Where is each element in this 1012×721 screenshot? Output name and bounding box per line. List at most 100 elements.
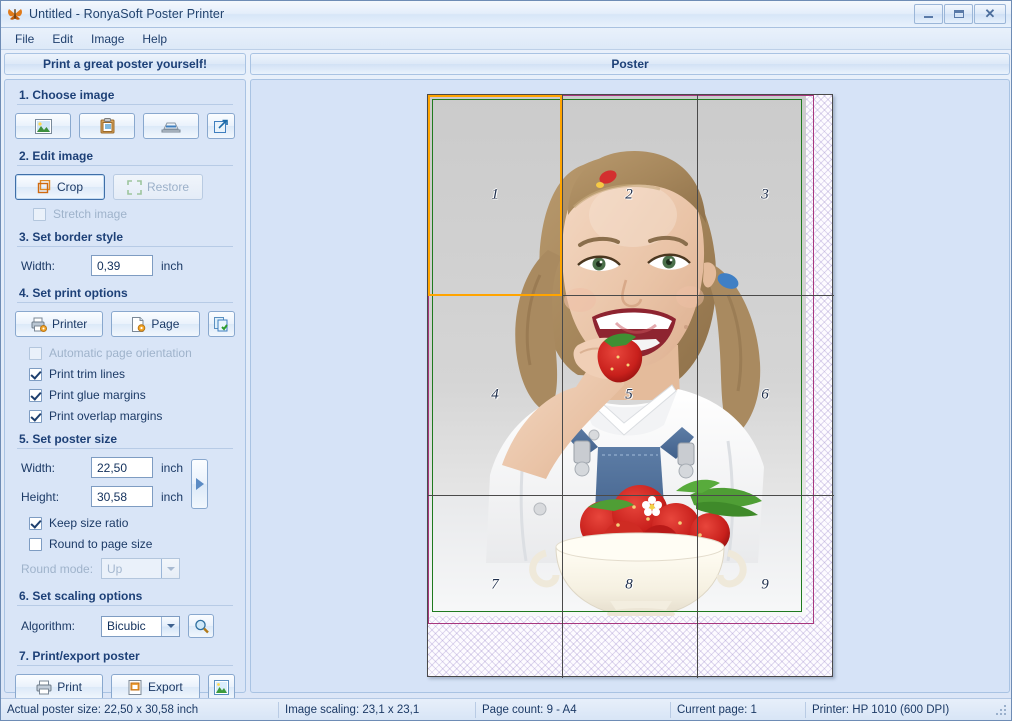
window-controls: ✕ (913, 4, 1006, 24)
crop-label: Crop (56, 180, 83, 194)
printer-label: Printer (51, 317, 88, 331)
step4-title: 4. Set print options (19, 286, 128, 300)
export-icon (128, 679, 143, 695)
stretch-image-label: Stretch image (53, 207, 128, 221)
picture-icon (34, 118, 52, 134)
crop-icon (37, 179, 52, 195)
status-printer-info: Printer: HP 1010 (600 DPI) (812, 703, 950, 716)
automatic-page-orientation-row: Automatic page orientation (29, 346, 235, 360)
export-label: Export (148, 680, 183, 694)
status-page-count: Page count: 9 - A4 (476, 701, 671, 718)
algorithm-value: Bicubic (107, 619, 146, 633)
application-window: Untitled - RonyaSoft Poster Printer ✕ Fi… (0, 0, 1012, 721)
poster-panel-header: Poster (250, 53, 1010, 75)
poster-width-input[interactable]: 22,50 (91, 457, 153, 478)
print-button[interactable]: Print (15, 674, 104, 700)
print-icon (36, 680, 52, 695)
keep-size-ratio-row: Keep size ratio (29, 516, 235, 530)
external-editor-button[interactable] (207, 113, 235, 139)
left-panel-body: 1. Choose image 2. Edit image Crop Resto… (4, 79, 246, 700)
algorithm-select[interactable]: Bicubic (101, 615, 180, 637)
print-overlap-margins-checkbox[interactable] (29, 409, 42, 423)
divider (17, 246, 233, 247)
poster-width-label: Width: (21, 460, 56, 475)
round-mode-select[interactable]: Up (101, 558, 180, 579)
page-settings-icon (131, 316, 146, 332)
step1-title: 1. Choose image (19, 88, 115, 102)
export-image-button[interactable] (207, 674, 235, 700)
export-image-icon (213, 679, 229, 695)
preview-scaling-button[interactable] (188, 614, 214, 638)
butterfly-icon (7, 6, 23, 22)
status-image-scaling: Image scaling: 23,1 x 23,1 (279, 701, 476, 718)
maximize-button[interactable] (944, 4, 973, 24)
printer-settings-icon (31, 317, 47, 332)
border-width-input[interactable]: 0,39 (91, 255, 153, 276)
choose-image-buttons (15, 113, 235, 139)
round-to-page-size-label: Round to page size (49, 537, 153, 551)
border-width-unit: inch (161, 258, 184, 273)
close-button[interactable]: ✕ (974, 4, 1006, 24)
page-setup-extra-button[interactable] (207, 311, 235, 337)
step5-title: 5. Set poster size (19, 432, 118, 446)
page-label: Page (151, 317, 180, 331)
external-link-icon (213, 119, 229, 134)
divider (17, 104, 233, 105)
resize-grip-icon[interactable] (994, 703, 1008, 717)
scanner-icon (160, 119, 182, 133)
step3-title: 3. Set border style (19, 230, 124, 244)
left-panel-header: Print a great poster yourself! (4, 53, 246, 75)
page-setup-icon (213, 316, 229, 332)
divider (17, 165, 233, 166)
divider (17, 302, 233, 303)
menu-help[interactable]: Help (133, 30, 176, 48)
algorithm-label: Algorithm: (21, 619, 76, 633)
status-current-page: Current page: 1 (671, 701, 806, 718)
status-actual-poster-size: Actual poster size: 22,50 x 30,58 inch (1, 701, 279, 718)
poster-width-unit: inch (161, 460, 184, 475)
window-title: Untitled - RonyaSoft Poster Printer (29, 7, 225, 21)
poster-image (428, 95, 806, 616)
print-trim-lines-row: Print trim lines (29, 367, 235, 381)
clipboard-icon (100, 118, 115, 134)
close-icon: ✕ (984, 6, 996, 21)
link-size-ratio-button[interactable] (191, 459, 208, 509)
open-image-button[interactable] (15, 113, 71, 139)
divider (17, 448, 233, 449)
chevron-down-icon (161, 559, 179, 578)
menu-file[interactable]: File (6, 30, 43, 48)
step6-title: 6. Set scaling options (19, 589, 143, 603)
chevron-down-icon (161, 616, 179, 636)
divider (17, 605, 233, 606)
minimize-button[interactable] (914, 4, 943, 24)
step2-title: 2. Edit image (19, 149, 94, 163)
poster-height-input[interactable]: 30,58 (91, 486, 153, 507)
poster-preview-area[interactable]: 1 2 3 4 5 6 7 8 9 (250, 79, 1010, 693)
girl-with-strawberries-photo (428, 95, 806, 616)
title-bar: Untitled - RonyaSoft Poster Printer ✕ (1, 1, 1011, 28)
crop-button[interactable]: Crop (15, 174, 105, 200)
round-to-page-size-checkbox[interactable] (29, 537, 42, 551)
paste-image-button[interactable] (79, 113, 135, 139)
keep-size-ratio-label: Keep size ratio (49, 516, 129, 530)
left-panel: Print a great poster yourself! 1. Choose… (4, 53, 246, 700)
divider (17, 665, 233, 666)
restore-button[interactable]: Restore (113, 174, 203, 200)
export-button[interactable]: Export (111, 674, 200, 700)
poster-sheet[interactable]: 1 2 3 4 5 6 7 8 9 (427, 94, 834, 678)
print-trim-lines-label: Print trim lines (49, 367, 126, 381)
print-glue-margins-checkbox[interactable] (29, 388, 42, 402)
automatic-page-orientation-checkbox[interactable] (29, 346, 42, 360)
printer-button[interactable]: Printer (15, 311, 104, 337)
menu-edit[interactable]: Edit (43, 30, 82, 48)
menu-image[interactable]: Image (82, 30, 133, 48)
stretch-image-checkbox[interactable] (33, 207, 46, 221)
step7-title: 7. Print/export poster (19, 649, 140, 663)
page-button[interactable]: Page (111, 311, 200, 337)
minimize-icon (924, 16, 933, 18)
maximize-icon (953, 10, 964, 18)
round-mode-value: Up (107, 561, 123, 576)
print-trim-lines-checkbox[interactable] (29, 367, 42, 381)
scan-image-button[interactable] (143, 113, 199, 139)
keep-size-ratio-checkbox[interactable] (29, 516, 42, 530)
